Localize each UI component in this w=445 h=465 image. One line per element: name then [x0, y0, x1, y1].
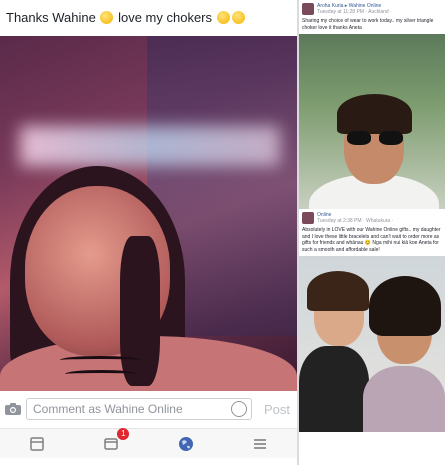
caption-text: Thanks Wahine [6, 10, 96, 25]
photo-woman-hair [369, 276, 441, 336]
photo-hair-braid [120, 236, 160, 386]
post-text: Absolutely in LOVE with our Wahine Onlin… [302, 227, 441, 253]
comment-input[interactable]: Comment as Wahine Online [26, 398, 252, 420]
photo-lights [20, 126, 280, 166]
review-collage: Aroha Kuria ▸ Wahine Online Tuesday at 1… [299, 0, 445, 465]
photo-hair [337, 94, 412, 134]
comment-bar: Comment as Wahine Online Post [0, 394, 297, 424]
smiley-emoji-icon [231, 11, 245, 24]
post-meta: Tuesday at 2:38 PM · Whatukura · [317, 218, 394, 224]
avatar[interactable] [302, 3, 314, 15]
smiley-emoji-icon [216, 11, 230, 24]
post-header: Online Tuesday at 2:38 PM · Whatukura · [299, 209, 445, 224]
photo-child-hair [307, 271, 369, 311]
screenshot-collage: Thanks Wahine love my chokers Comment as… [0, 0, 445, 465]
globe-tab[interactable] [176, 434, 196, 454]
post-author-block: Aroha Kuria ▸ Wahine Online Tuesday at 1… [317, 3, 392, 15]
post-caption: Thanks Wahine love my chokers [6, 10, 246, 25]
caption-text-2: love my chokers [118, 10, 213, 25]
notifications-tab[interactable]: 1 [101, 427, 130, 454]
photo-woman-body [363, 366, 445, 432]
news-feed-icon [30, 436, 44, 451]
review-post-1: Aroha Kuria ▸ Wahine Online Tuesday at 1… [299, 0, 445, 209]
comment-placeholder: Comment as Wahine Online [33, 402, 183, 416]
post-meta: Tuesday at 11:28 PM · Auckland · [317, 9, 392, 15]
post-button[interactable]: Post [264, 402, 290, 417]
review-post-2: Online Tuesday at 2:38 PM · Whatukura · … [299, 209, 445, 432]
photo-choker [60, 356, 140, 364]
emoji-picker-icon[interactable] [231, 401, 247, 417]
post-photo[interactable] [0, 36, 297, 391]
photo-choker [65, 370, 137, 378]
news-feed-tab[interactable] [27, 434, 47, 454]
camera-icon[interactable] [4, 402, 22, 416]
globe-icon [178, 436, 193, 451]
review-photo-1[interactable] [299, 34, 445, 209]
post-author-block: Online Tuesday at 2:38 PM · Whatukura · [317, 212, 393, 224]
photo-sunglasses [347, 131, 403, 145]
photo-view-screen: Thanks Wahine love my chokers Comment as… [0, 0, 297, 465]
notifications-icon [104, 437, 119, 450]
hamburger-menu-icon [253, 438, 266, 449]
smiley-emoji-icon [100, 11, 114, 24]
review-photo-2[interactable] [299, 256, 445, 432]
post-text: Sharing my choice of wear to work today.… [302, 18, 434, 31]
bottom-nav-bar: 1 [0, 427, 297, 458]
notification-badge: 1 [117, 427, 130, 440]
avatar[interactable] [302, 212, 314, 224]
menu-tab[interactable] [250, 434, 270, 454]
post-header: Aroha Kuria ▸ Wahine Online Tuesday at 1… [299, 0, 445, 15]
photo-child-body [299, 346, 369, 432]
